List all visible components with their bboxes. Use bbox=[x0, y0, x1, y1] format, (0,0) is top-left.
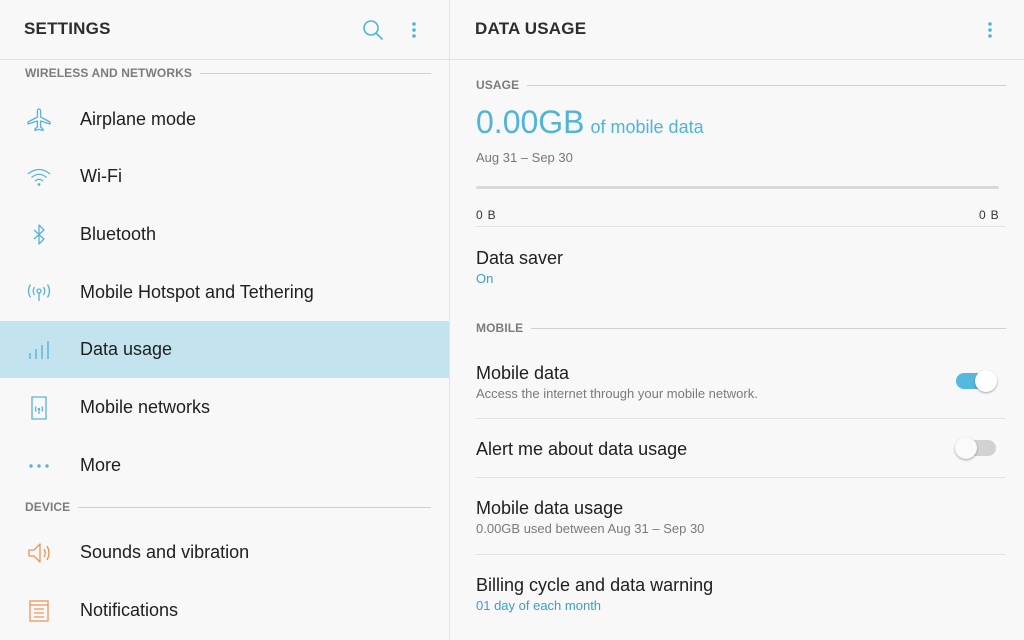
bar-max-label: 0 B bbox=[979, 208, 1000, 222]
notifications-icon bbox=[24, 596, 54, 626]
billing-cycle-row[interactable]: Billing cycle and data warning 01 day of… bbox=[450, 555, 1024, 635]
mobile-data-usage-subtitle: 0.00GB used between Aug 31 – Sep 30 bbox=[476, 521, 705, 536]
sidebar-item-label: Mobile networks bbox=[80, 397, 211, 417]
sidebar-item-mobile-networks[interactable]: Mobile networks bbox=[0, 379, 449, 436]
section-mobile-label: MOBILE bbox=[476, 321, 524, 335]
billing-cycle-subtitle: 01 day of each month bbox=[476, 598, 602, 613]
airplane-icon bbox=[24, 105, 54, 135]
sidebar-item-data-usage[interactable]: Data usage bbox=[0, 321, 449, 378]
sidebar-item-bluetooth[interactable]: Bluetooth bbox=[0, 206, 449, 263]
sidebar-item-wifi[interactable]: Wi-Fi bbox=[0, 148, 449, 205]
usage-unit: of mobile data bbox=[590, 117, 704, 137]
sidebar-item-airplane-mode[interactable]: Airplane mode bbox=[0, 91, 449, 148]
usage-progress-bar bbox=[476, 186, 999, 189]
data-saver-row[interactable]: Data saver On bbox=[450, 227, 1024, 307]
alert-data-usage-title: Alert me about data usage bbox=[476, 439, 688, 459]
mobile-networks-icon bbox=[24, 393, 54, 423]
mobile-data-title: Mobile data bbox=[476, 363, 570, 383]
toggle-thumb bbox=[975, 370, 997, 392]
header-divider bbox=[0, 59, 449, 60]
mobile-data-row[interactable]: Mobile data Access the internet through … bbox=[450, 344, 1024, 418]
sidebar-item-label: Sounds and vibration bbox=[80, 542, 250, 562]
section-usage-label: USAGE bbox=[476, 78, 520, 92]
sidebar-item-label: More bbox=[80, 455, 122, 475]
sidebar-item-label: Bluetooth bbox=[80, 224, 157, 244]
sidebar-item-notifications[interactable]: Notifications bbox=[0, 582, 449, 639]
data-usage-icon bbox=[24, 335, 54, 365]
data-usage-title: DATA USAGE bbox=[475, 19, 587, 38]
header-divider bbox=[450, 59, 1024, 60]
more-options-icon[interactable] bbox=[402, 18, 426, 42]
hotspot-icon bbox=[24, 278, 54, 308]
more-options-icon[interactable] bbox=[978, 18, 1002, 42]
section-device-label: DEVICE bbox=[25, 500, 71, 514]
sidebar-item-hotspot[interactable]: Mobile Hotspot and Tethering bbox=[0, 264, 449, 321]
sidebar-item-label: Airplane mode bbox=[80, 109, 197, 129]
bar-min-label: 0 B bbox=[476, 208, 497, 222]
sidebar-item-label: Data usage bbox=[80, 339, 173, 359]
section-usage: USAGE bbox=[476, 78, 1006, 92]
section-mobile: MOBILE bbox=[476, 321, 1006, 335]
alert-data-usage-toggle[interactable] bbox=[955, 437, 996, 459]
billing-cycle-title: Billing cycle and data warning bbox=[476, 575, 714, 595]
usage-value: 0.00GB bbox=[476, 104, 585, 140]
mobile-data-toggle[interactable] bbox=[956, 370, 997, 392]
settings-pane: SETTINGS WIRELESS AND NETWORKS Airplane … bbox=[0, 0, 449, 640]
settings-title: SETTINGS bbox=[24, 19, 111, 38]
usage-summary: 0.00GB of mobile data bbox=[476, 104, 704, 141]
usage-date-range: Aug 31 – Sep 30 bbox=[476, 150, 573, 165]
toggle-thumb bbox=[955, 437, 977, 459]
section-device: DEVICE bbox=[25, 500, 431, 514]
data-saver-title: Data saver bbox=[476, 248, 564, 268]
mobile-data-usage-row[interactable]: Mobile data usage 0.00GB used between Au… bbox=[450, 478, 1024, 554]
sidebar-item-sounds[interactable]: Sounds and vibration bbox=[0, 524, 449, 581]
mobile-data-usage-title: Mobile data usage bbox=[476, 498, 624, 518]
wifi-icon bbox=[24, 162, 54, 192]
sidebar-item-label: Mobile Hotspot and Tethering bbox=[80, 282, 314, 302]
section-wireless-networks: WIRELESS AND NETWORKS bbox=[25, 66, 431, 80]
mobile-data-subtitle: Access the internet through your mobile … bbox=[476, 386, 758, 401]
sidebar-item-label: Wi-Fi bbox=[80, 166, 122, 186]
speaker-icon bbox=[24, 538, 54, 568]
alert-data-usage-row[interactable]: Alert me about data usage bbox=[450, 419, 1024, 477]
sidebar-item-label: Notifications bbox=[80, 600, 179, 620]
search-icon[interactable] bbox=[361, 18, 385, 42]
section-wireless-label: WIRELESS AND NETWORKS bbox=[25, 66, 192, 80]
bluetooth-icon bbox=[24, 220, 54, 250]
sidebar-item-more[interactable]: More bbox=[0, 437, 449, 494]
more-dots-icon bbox=[24, 451, 54, 481]
data-saver-status: On bbox=[476, 271, 494, 286]
